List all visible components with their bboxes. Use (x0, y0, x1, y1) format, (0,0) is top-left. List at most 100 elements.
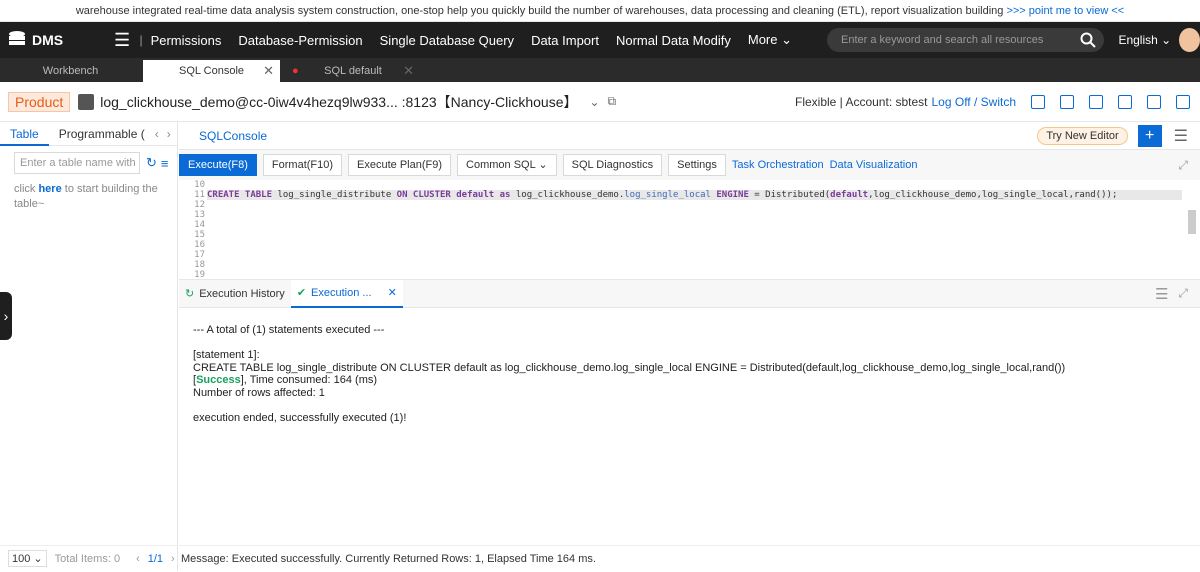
tab-sql-console[interactable]: SQL Console ✕ (143, 60, 280, 82)
tab-sqlconsole[interactable]: SQLConsole (199, 129, 267, 143)
statement-label: [statement 1]: (193, 349, 260, 361)
build-table-link[interactable]: here (38, 183, 61, 195)
rows-affected: Number of rows affected: 1 (193, 386, 325, 399)
settings-button[interactable]: Settings (668, 154, 726, 176)
line-number: 13 (194, 210, 205, 220)
add-console-button[interactable]: + (1137, 124, 1162, 147)
page-size-select[interactable]: 100 ⌄ (8, 550, 47, 567)
chevron-down-icon: ⌄ (1161, 33, 1172, 47)
tab-programmable[interactable]: Programmable ( (49, 122, 155, 146)
account-info: Flexible | Account: sbtest (794, 94, 928, 109)
database-bar: Product log_clickhouse_demo@cc-0iw4v4hez… (0, 82, 1200, 122)
promo-banner: warehouse integrated real-time data anal… (0, 0, 1200, 22)
tab-sql-default[interactable]: ● SQL default ✕ (286, 60, 420, 82)
line-number: 16 (194, 240, 205, 250)
send-icon[interactable] (1147, 94, 1161, 109)
line-number: 11 (194, 190, 205, 200)
close-icon[interactable]: ✕ (263, 60, 274, 82)
banner-link[interactable]: >>> point me to view << (1006, 5, 1124, 17)
execute-plan-button[interactable]: Execute Plan(F9) (348, 154, 452, 176)
chevron-down-icon[interactable]: ⌄ (589, 95, 599, 109)
export-icon[interactable] (1089, 94, 1103, 109)
build-table-hint: click here to start building the table~ (14, 182, 167, 212)
try-new-editor-button[interactable]: Try New Editor (1037, 126, 1128, 145)
line-number: 14 (194, 220, 205, 230)
expand-panel-handle[interactable]: › (0, 292, 12, 340)
execution-result: --- A total of (1) statements executed -… (179, 308, 1200, 440)
hamburger-menu-icon[interactable]: ☰ (105, 30, 140, 51)
menu-icon[interactable]: ☰ (1155, 285, 1168, 303)
result-tabs: ↻ Execution History ✔ Execution ... ✕ ☰ ⤢ (179, 279, 1200, 308)
next-page-icon[interactable]: › (171, 553, 175, 565)
code-area[interactable]: CREATE TABLE log_single_distribute ON CL… (207, 180, 1182, 200)
nav-more[interactable]: More ⌄ (748, 32, 792, 48)
nav-more-label: More (747, 32, 778, 47)
top-nav: DMS ☰ | Permissions Database-Permission … (0, 22, 1200, 58)
sql-editor[interactable]: 10 11 12 13 14 15 16 17 18 19 CREATE TAB… (179, 180, 1200, 280)
nav-database-permission[interactable]: Database-Permission (238, 33, 362, 48)
product-badge: Product (8, 91, 71, 112)
line-number: 15 (194, 230, 205, 240)
data-visualization-link[interactable]: Data Visualization (830, 159, 918, 171)
chevron-left-icon[interactable]: ‹ (155, 127, 159, 141)
line-number: 18 (194, 260, 205, 270)
prev-page-icon[interactable]: ‹ (136, 553, 140, 565)
main-panel: SQLConsole Try New Editor + ☰ Execute(F8… (179, 122, 1200, 571)
line-number: 10 (194, 180, 205, 190)
tab-execution[interactable]: ✔ Execution ... ✕ (290, 279, 403, 308)
nav-data-import[interactable]: Data Import (531, 33, 599, 48)
line-number: 17 (194, 250, 205, 260)
expand-icon[interactable]: ⤢ (1178, 158, 1188, 173)
language-selector[interactable]: English ⌄ (1118, 33, 1171, 47)
hint-text: click (14, 183, 36, 195)
line-number: 12 (194, 200, 205, 210)
fullscreen-icon[interactable] (1176, 94, 1190, 109)
copy-icon[interactable]: ⧉ (608, 94, 617, 109)
history-icon: ↻ (185, 288, 195, 300)
nav-permissions[interactable]: Permissions (151, 33, 222, 48)
tab-table[interactable]: Table (0, 122, 49, 146)
format-button[interactable]: Format(F10) (262, 154, 343, 176)
nav-normal-data-modify[interactable]: Normal Data Modify (616, 33, 731, 48)
total-items: Total Items: 0 (54, 552, 121, 565)
tab-execution-history[interactable]: ↻ Execution History (185, 287, 285, 301)
sql-diagnostics-button[interactable]: SQL Diagnostics (562, 154, 663, 176)
status-message: Message: Executed successfully. Currentl… (179, 545, 1200, 571)
execution-label: Execution ... (311, 286, 372, 299)
document-icon[interactable] (1118, 94, 1132, 109)
dms-logo[interactable]: DMS (0, 30, 105, 50)
console-tabbar: Workbench SQL Console ✕ ● SQL default ✕ (0, 58, 1200, 82)
sql-toolbar: Execute(F8) Format(F10) Execute Plan(F9)… (179, 150, 1200, 180)
unsaved-dot-icon: ● (292, 65, 299, 77)
refresh-icon[interactable]: ↻ (146, 155, 157, 171)
page-indicator: 1/1 (147, 552, 164, 565)
sql-line: CREATE TABLE log_single_distribute ON CL… (207, 190, 1182, 200)
database-icon (78, 93, 95, 110)
common-sql-button[interactable]: Common SQL ⌄ (457, 154, 557, 176)
tab-workbench[interactable]: Workbench (4, 60, 137, 82)
search-icon[interactable] (1080, 32, 1097, 48)
execution-ended: execution ended, successfully executed (… (193, 411, 407, 424)
chat-icon[interactable] (1060, 94, 1074, 109)
nav-single-database-query[interactable]: Single Database Query (380, 33, 514, 48)
table-search-input[interactable]: Enter a table name with % (14, 152, 140, 174)
expand-icon[interactable]: ⤢ (1178, 286, 1188, 301)
chevron-down-icon: ⌄ (781, 32, 793, 47)
global-search-input[interactable]: Enter a keyword and search all resources (827, 28, 1105, 52)
list-icon[interactable]: ≡ (161, 156, 169, 171)
common-sql-label: Common SQL (466, 159, 536, 171)
close-icon[interactable]: ✕ (403, 60, 414, 82)
task-orchestration-link[interactable]: Task Orchestration (732, 159, 824, 171)
logoff-switch-link[interactable]: Log Off / Switch (932, 95, 1017, 109)
close-icon[interactable]: ✕ (388, 286, 397, 299)
search-placeholder: Enter a keyword and search all resources (841, 34, 1044, 46)
chevron-right-icon[interactable]: › (167, 127, 171, 141)
nav-divider: | (139, 33, 143, 47)
avatar[interactable] (1179, 28, 1200, 52)
statement-sql: CREATE TABLE log_single_distribute ON CL… (193, 361, 1066, 374)
editor-scrollbar[interactable] (1188, 210, 1196, 234)
execute-button[interactable]: Execute(F8) (179, 154, 257, 176)
left-panel: Table Programmable ( ‹ › Enter a table n… (0, 122, 178, 571)
table-icon[interactable] (1031, 94, 1045, 109)
menu-icon[interactable]: ☰ (1174, 126, 1188, 146)
